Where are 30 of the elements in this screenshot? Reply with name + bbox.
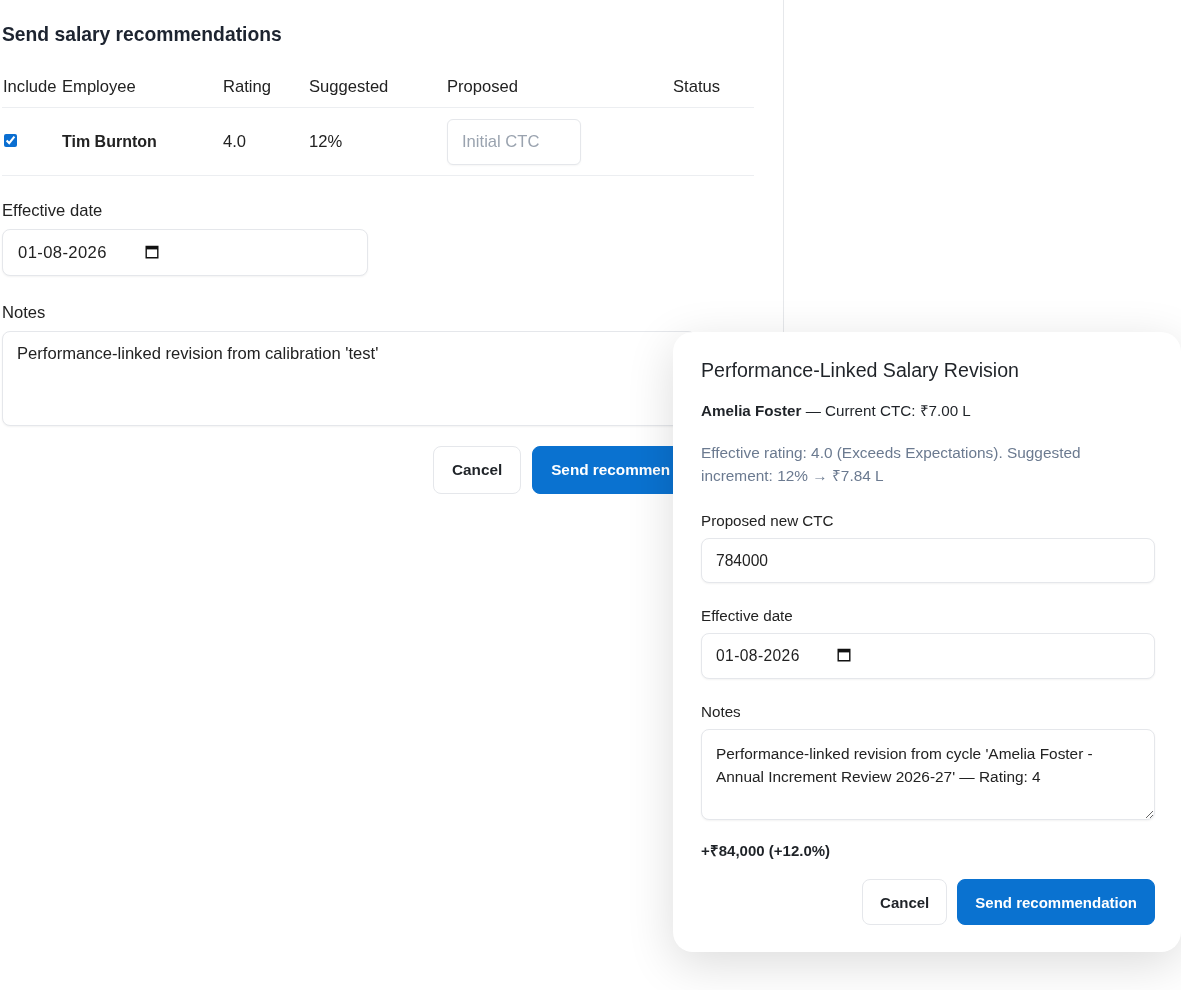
field-label: Effective date bbox=[701, 606, 794, 626]
cancel-button[interactable]: Cancel bbox=[433, 446, 522, 494]
increment-amount: +₹84,000 (+12.0%) bbox=[701, 841, 832, 861]
field-label: Effective date bbox=[2, 201, 104, 221]
panel-title: Send salary recommendations bbox=[2, 23, 283, 47]
calendar-icon[interactable] bbox=[145, 244, 159, 259]
column-header: Employee bbox=[61, 77, 137, 97]
column-header: Rating bbox=[222, 77, 272, 97]
date-field[interactable]: 01-08-2026 bbox=[701, 633, 1155, 679]
ctc-input[interactable]: Initial CTC bbox=[447, 118, 581, 165]
column-header: Include bbox=[2, 77, 58, 97]
include-checkbox[interactable] bbox=[4, 133, 17, 147]
table-cell-text: 4.0 bbox=[222, 131, 248, 152]
employee-summary: Amelia Foster — Current CTC: ₹7.00 L bbox=[701, 401, 972, 421]
send-button[interactable]: Send recommendation bbox=[957, 879, 1155, 925]
employee-name: Tim Burnton bbox=[61, 132, 158, 151]
dialog-title: Performance-Linked Salary Revision bbox=[701, 358, 1020, 382]
calendar-icon[interactable] bbox=[837, 648, 851, 662]
ctc-input[interactable]: 784000 bbox=[701, 538, 1155, 583]
date-field[interactable]: 01-08-2026 bbox=[2, 229, 368, 276]
column-header: Suggested bbox=[308, 77, 390, 97]
table-cell-text: 12% bbox=[308, 131, 344, 152]
cancel-button[interactable]: Cancel bbox=[862, 879, 948, 925]
column-header: Status bbox=[672, 77, 722, 97]
field-label: Proposed new CTC bbox=[701, 511, 835, 531]
field-label: Notes bbox=[2, 303, 47, 323]
field-label: Notes bbox=[701, 702, 742, 722]
rating-hint: Effective rating: 4.0 (Exceeds Expectations). Suggested increment: 12% → ₹7.84 L bbox=[701, 443, 1082, 486]
column-header: Proposed bbox=[446, 77, 520, 97]
notes-field[interactable]: Performance-linked revision from cycle 'Amelia Foster - Annual Increment Review 2026-27' — Rating: 4 bbox=[701, 729, 1155, 820]
